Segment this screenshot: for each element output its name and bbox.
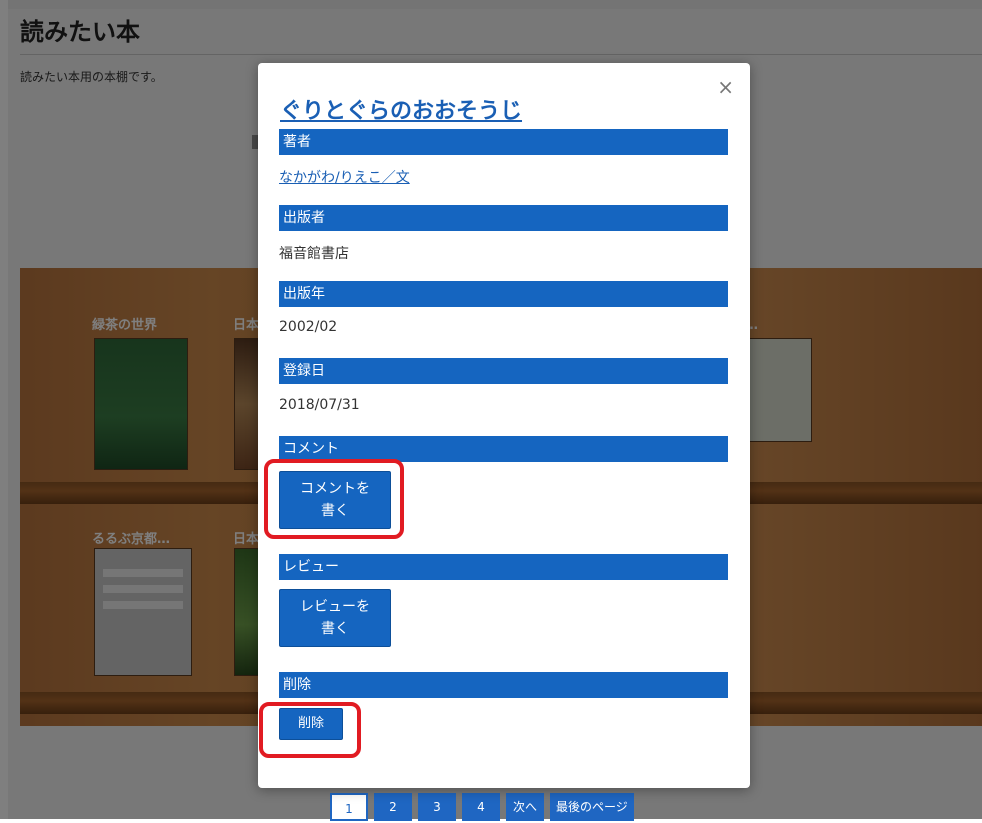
- close-icon[interactable]: ×: [717, 75, 734, 99]
- write-review-button[interactable]: レビューを 書く: [279, 589, 391, 647]
- author-link[interactable]: なかがわ/りえこ／文: [279, 167, 410, 187]
- delete-heading: 削除: [279, 672, 728, 698]
- page-1-button[interactable]: 1: [330, 793, 368, 821]
- author-heading: 著者: [279, 129, 728, 155]
- page-2-button[interactable]: 2: [374, 793, 412, 821]
- page-4-button[interactable]: 4: [462, 793, 500, 821]
- page-3-button[interactable]: 3: [418, 793, 456, 821]
- registered-heading: 登録日: [279, 358, 728, 384]
- publisher-value: 福音館書店: [279, 246, 349, 262]
- button-label-line: レビューを: [300, 599, 370, 615]
- highlight-delete-button: [259, 702, 361, 758]
- book-detail-modal: × ぐりとぐらのおおそうじ 著者 なかがわ/りえこ／文 出版者 福音館書店 出版…: [258, 63, 750, 788]
- year-heading: 出版年: [279, 281, 728, 307]
- publisher-heading: 出版者: [279, 205, 728, 231]
- book-title-link[interactable]: ぐりとぐらのおおそうじ: [280, 93, 522, 125]
- pagination: 1 2 3 4 次へ 最後のページ: [330, 793, 634, 821]
- button-label-line: 書く: [321, 621, 349, 637]
- year-value: 2002/02: [279, 319, 338, 335]
- registered-value: 2018/07/31: [279, 397, 360, 413]
- highlight-comment-button: [264, 459, 404, 539]
- review-heading: レビュー: [279, 554, 728, 580]
- next-page-button[interactable]: 次へ: [506, 793, 544, 821]
- last-page-button[interactable]: 最後のページ: [550, 793, 634, 821]
